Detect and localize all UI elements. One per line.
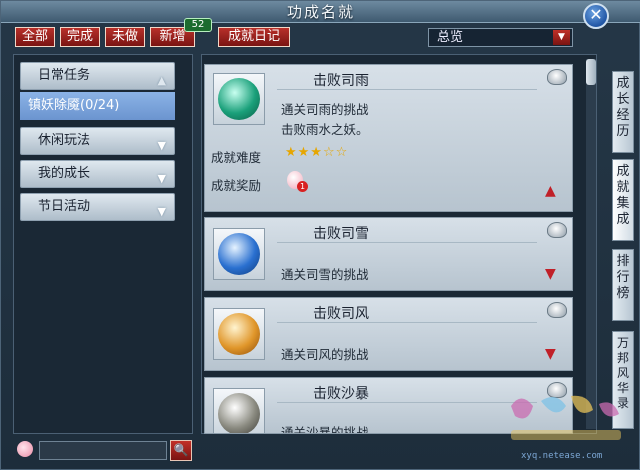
achievement-card[interactable]: 击败司雪 通关司雪的挑战 ▼ xyxy=(204,217,573,291)
category-panel: 日常任务 ▲ 镇妖除魇(0/24) 休闲玩法 ▼ 我的成长 ▼ 节日活动 ▼ xyxy=(13,54,193,434)
category-daily[interactable]: 日常任务 ▲ xyxy=(20,62,175,90)
search-icon: 🔍 xyxy=(173,443,189,457)
tab-achievements[interactable]: 成就集成 xyxy=(612,159,634,241)
achievement-desc: 通关司雪的挑战 xyxy=(281,267,369,282)
category-label: 日常任务 xyxy=(38,68,91,83)
dropdown-value: 总览 xyxy=(437,30,464,45)
achievement-desc: 通关司风的挑战 xyxy=(281,347,369,362)
search-button[interactable]: 🔍 xyxy=(170,440,192,461)
category-leisure[interactable]: 休闲玩法 ▼ xyxy=(20,127,175,155)
close-button[interactable]: ✕ xyxy=(583,3,609,29)
window-title: 功成名就 xyxy=(286,3,355,21)
chevron-down-icon: ▼ xyxy=(157,172,166,185)
category-label: 休闲玩法 xyxy=(38,133,91,148)
view-dropdown[interactable]: 总览 ▼ xyxy=(428,28,573,47)
divider xyxy=(277,242,537,243)
achievement-window: 功成名就 ✕ 全部 完成 未做 新增 52 成就日记 总览 ▼ 日常任务 ▲ 镇… xyxy=(0,0,640,470)
tab-growth-history[interactable]: 成长经历 xyxy=(612,71,634,153)
peach-icon xyxy=(17,441,33,457)
reward-count-badge: 1 xyxy=(297,181,308,192)
divider xyxy=(277,402,537,403)
watermark-site: xyq.netease.com xyxy=(521,451,603,461)
achievement-title: 击败司雨 xyxy=(313,73,369,89)
track-icon[interactable] xyxy=(547,302,567,318)
filter-all-button[interactable]: 全部 xyxy=(15,27,55,47)
divider xyxy=(277,89,537,90)
achievement-desc-extra: 击败雨水之妖。 xyxy=(281,122,369,137)
achievement-icon-frame xyxy=(213,73,265,125)
difficulty-stars: ★★★☆☆ xyxy=(285,145,349,160)
category-growth[interactable]: 我的成长 ▼ xyxy=(20,160,175,188)
achievement-desc: 通关司雨的挑战 xyxy=(281,102,369,117)
wind-orb-icon xyxy=(218,313,260,355)
achievement-diary-button[interactable]: 成就日记 xyxy=(218,27,290,47)
achievement-icon-frame xyxy=(213,308,265,360)
achievement-icon-frame xyxy=(213,228,265,280)
chevron-down-icon: ▼ xyxy=(157,205,166,218)
tab-label: 成长经历 xyxy=(616,76,630,139)
chevron-up-icon: ▲ xyxy=(157,74,166,87)
track-icon[interactable] xyxy=(547,69,567,85)
expand-arrow-icon[interactable]: ▼ xyxy=(545,266,556,282)
tab-label: 排行榜 xyxy=(616,254,630,301)
achievement-title: 击败沙暴 xyxy=(313,386,369,402)
category-label: 节日活动 xyxy=(38,199,91,214)
collapse-arrow-icon[interactable]: ▲ xyxy=(545,183,556,199)
rain-orb-icon xyxy=(218,78,260,120)
tab-leaderboard[interactable]: 排行榜 xyxy=(612,249,634,321)
title-bar[interactable]: 功成名就 xyxy=(1,1,640,23)
snow-orb-icon xyxy=(218,233,260,275)
reward-label: 成就奖励 xyxy=(211,178,262,193)
expand-arrow-icon[interactable]: ▼ xyxy=(545,346,556,362)
achievement-card[interactable]: 击败司风 通关司风的挑战 ▼ xyxy=(204,297,573,371)
new-count-badge: 52 xyxy=(184,18,212,32)
scrollbar[interactable] xyxy=(586,59,596,429)
sandstorm-orb-icon xyxy=(218,393,260,433)
achievement-icon-frame xyxy=(213,388,265,433)
achievement-desc: 通关沙暴的挑战 xyxy=(281,425,369,434)
scroll-thumb[interactable] xyxy=(586,59,596,85)
track-icon[interactable] xyxy=(547,222,567,238)
achievement-card[interactable]: 击败司雨 通关司雨的挑战 击败雨水之妖。 成就难度 ★★★☆☆ 成就奖励 1 ▲ xyxy=(204,64,573,212)
game-logo-watermark xyxy=(511,395,621,440)
achievement-title: 击败司雪 xyxy=(313,226,369,242)
divider xyxy=(277,322,537,323)
achievement-title: 击败司风 xyxy=(313,306,369,322)
chevron-down-icon: ▼ xyxy=(553,30,570,45)
tab-label: 成就集成 xyxy=(616,164,630,227)
difficulty-label: 成就难度 xyxy=(211,150,262,165)
search-row: 🔍 xyxy=(13,439,193,463)
filter-done-button[interactable]: 完成 xyxy=(60,27,100,47)
category-festival[interactable]: 节日活动 ▼ xyxy=(20,193,175,221)
chevron-down-icon: ▼ xyxy=(157,139,166,152)
filter-undone-button[interactable]: 未做 xyxy=(105,27,145,47)
search-input[interactable] xyxy=(39,441,167,460)
category-label: 我的成长 xyxy=(38,166,91,181)
subcategory-selected[interactable]: 镇妖除魇(0/24) xyxy=(20,92,175,120)
